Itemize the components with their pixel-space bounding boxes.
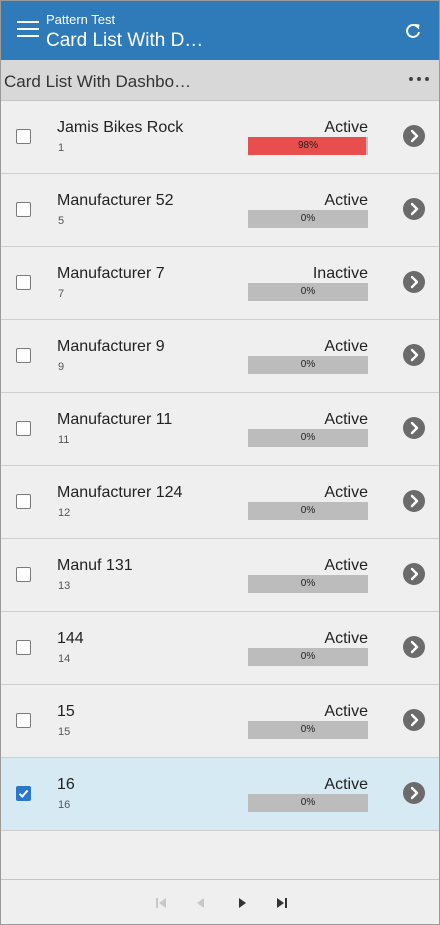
status-text: Active bbox=[324, 119, 368, 136]
chevron-right-circle-icon[interactable] bbox=[403, 563, 425, 585]
progress-bar: 0% bbox=[248, 794, 368, 812]
chevron-right-circle-icon[interactable] bbox=[403, 344, 425, 366]
progress-label: 98% bbox=[297, 140, 318, 151]
previous-page-icon[interactable] bbox=[193, 895, 209, 911]
row-checkbox[interactable] bbox=[16, 567, 31, 582]
progress-bar: 0% bbox=[248, 356, 368, 374]
item-id: 14 bbox=[58, 653, 71, 665]
progress-label: 0% bbox=[300, 359, 316, 370]
last-page-icon[interactable] bbox=[274, 895, 290, 911]
status-text: Active bbox=[324, 484, 368, 501]
progress-label: 0% bbox=[300, 505, 316, 516]
chevron-right-circle-icon[interactable] bbox=[403, 125, 425, 147]
list-item[interactable]: Manufacturer 11 11 Active 0% bbox=[1, 393, 439, 466]
chevron-right-circle-icon[interactable] bbox=[403, 636, 425, 658]
progress-label: 0% bbox=[300, 286, 316, 297]
progress-bar: 0% bbox=[248, 283, 368, 301]
list-item[interactable]: Manufacturer 7 7 Inactive 0% bbox=[1, 247, 439, 320]
row-checkbox[interactable] bbox=[16, 494, 31, 509]
item-name: Manufacturer 11 bbox=[57, 411, 173, 428]
check-icon bbox=[18, 789, 29, 798]
progress-label: 0% bbox=[300, 432, 316, 443]
app-frame: Pattern Test Card List With D… Card List… bbox=[0, 0, 440, 925]
list-title: Card List With Dashboar… bbox=[4, 72, 199, 91]
item-id: 11 bbox=[58, 434, 70, 446]
item-id: 7 bbox=[58, 288, 65, 300]
list-item[interactable]: Manufacturer 124 12 Active 0% bbox=[1, 466, 439, 539]
status-text: Active bbox=[324, 776, 368, 793]
refresh-icon[interactable] bbox=[403, 21, 423, 41]
chevron-right-circle-icon[interactable] bbox=[403, 709, 425, 731]
row-checkbox[interactable] bbox=[16, 275, 31, 290]
item-name: 15 bbox=[57, 703, 75, 720]
chevron-right-circle-icon[interactable] bbox=[403, 198, 425, 220]
item-name: Manufacturer 9 bbox=[57, 338, 165, 355]
item-id: 5 bbox=[58, 215, 65, 227]
progress-bar: 0% bbox=[248, 721, 368, 739]
list-item[interactable]: 15 15 Active 0% bbox=[1, 685, 439, 758]
item-name: Manufacturer 7 bbox=[57, 265, 165, 282]
item-name: Jamis Bikes Rock bbox=[57, 119, 184, 136]
row-checkbox[interactable] bbox=[16, 640, 31, 655]
status-text: Inactive bbox=[312, 265, 368, 282]
status-text: Active bbox=[324, 703, 368, 720]
row-checkbox[interactable] bbox=[16, 129, 31, 144]
progress-label: 0% bbox=[300, 724, 316, 735]
app-subtitle: Pattern Test bbox=[46, 12, 116, 27]
progress-bar: 0% bbox=[248, 502, 368, 520]
item-name: Manufacturer 124 bbox=[57, 484, 183, 501]
status-text: Active bbox=[324, 557, 368, 574]
status-text: Active bbox=[324, 411, 368, 428]
item-name: 16 bbox=[57, 776, 75, 793]
item-name: Manufacturer 52 bbox=[57, 192, 174, 209]
list-item[interactable]: 16 16 Active 0% bbox=[1, 758, 439, 831]
pagination-bar bbox=[1, 879, 439, 924]
more-options-icon[interactable] bbox=[409, 77, 431, 83]
status-text: Active bbox=[324, 192, 368, 209]
progress-label: 0% bbox=[300, 578, 316, 589]
chevron-right-circle-icon[interactable] bbox=[403, 417, 425, 439]
chevron-right-circle-icon[interactable] bbox=[403, 490, 425, 512]
card-list: Jamis Bikes Rock 1 Active 98% Manufacturer 5… bbox=[1, 101, 439, 831]
list-item[interactable]: Jamis Bikes Rock 1 Active 98% bbox=[1, 101, 439, 174]
progress-bar: 98% bbox=[248, 137, 368, 155]
progress-label: 0% bbox=[300, 797, 316, 808]
chevron-right-circle-icon[interactable] bbox=[403, 782, 425, 804]
item-id: 1 bbox=[58, 142, 65, 154]
list-item[interactable]: Manuf 131 13 Active 0% bbox=[1, 539, 439, 612]
list-toolbar: Card List With Dashboar… bbox=[1, 60, 439, 101]
item-id: 15 bbox=[58, 726, 71, 738]
progress-label: 0% bbox=[300, 213, 316, 224]
hamburger-menu-icon[interactable] bbox=[17, 20, 39, 38]
progress-bar: 0% bbox=[248, 575, 368, 593]
status-text: Active bbox=[324, 338, 368, 355]
app-header: Pattern Test Card List With D… bbox=[1, 1, 439, 60]
item-id: 12 bbox=[58, 507, 71, 519]
chevron-right-circle-icon[interactable] bbox=[403, 271, 425, 293]
row-checkbox[interactable] bbox=[16, 421, 31, 436]
next-page-icon[interactable] bbox=[234, 895, 250, 911]
progress-label: 0% bbox=[300, 651, 316, 662]
list-item[interactable]: 144 14 Active 0% bbox=[1, 612, 439, 685]
item-id: 13 bbox=[58, 580, 71, 592]
item-id: 9 bbox=[58, 361, 65, 373]
list-item[interactable]: Manufacturer 9 9 Active 0% bbox=[1, 320, 439, 393]
progress-bar: 0% bbox=[248, 210, 368, 228]
row-checkbox[interactable] bbox=[16, 713, 31, 728]
item-name: 144 bbox=[57, 630, 84, 647]
row-checkbox[interactable] bbox=[16, 202, 31, 217]
row-checkbox[interactable] bbox=[16, 786, 31, 801]
item-name: Manuf 131 bbox=[57, 557, 133, 574]
status-text: Active bbox=[324, 630, 368, 647]
first-page-icon[interactable] bbox=[153, 895, 169, 911]
list-item[interactable]: Manufacturer 52 5 Active 0% bbox=[1, 174, 439, 247]
item-id: 16 bbox=[58, 799, 71, 811]
progress-bar: 0% bbox=[248, 648, 368, 666]
page-title: Card List With D… bbox=[46, 30, 204, 51]
progress-bar: 0% bbox=[248, 429, 368, 447]
row-checkbox[interactable] bbox=[16, 348, 31, 363]
